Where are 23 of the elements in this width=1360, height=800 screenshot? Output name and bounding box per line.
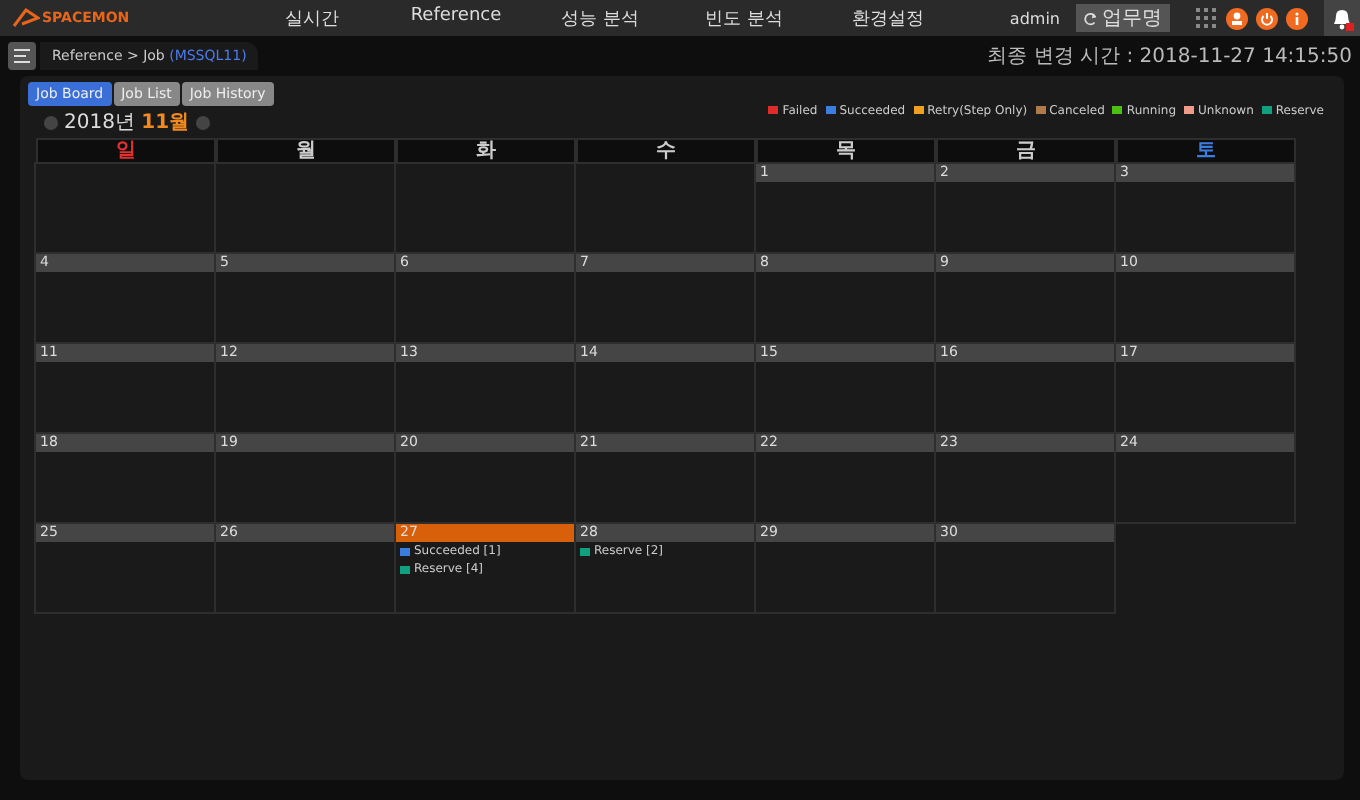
nav-menu-item[interactable]: 빈도 분석 bbox=[672, 5, 816, 31]
menu-icon[interactable] bbox=[8, 42, 36, 70]
work-button[interactable]: 업무명 bbox=[1076, 4, 1170, 32]
last-update-time: 최종 변경 시간 : 2018-11-27 14:15:50 bbox=[987, 44, 1352, 70]
refresh-icon bbox=[1084, 11, 1098, 25]
weekday-header: 목 bbox=[756, 138, 936, 164]
month-title: 2018년 11월 bbox=[64, 110, 190, 136]
nav-menu-item[interactable]: 실시간 bbox=[240, 5, 384, 31]
grid-icon[interactable] bbox=[1194, 6, 1218, 30]
bell-icon[interactable] bbox=[1330, 5, 1354, 31]
weekday-header: 월 bbox=[216, 138, 396, 164]
weekday-header: 금 bbox=[936, 138, 1116, 164]
nav-menu-item[interactable]: 환경설정 bbox=[816, 5, 960, 31]
weekday-header: 수 bbox=[576, 138, 756, 164]
nav-menu-item[interactable]: 성능 분석 bbox=[528, 5, 672, 31]
nav-menu-item[interactable]: Reference bbox=[384, 5, 528, 31]
weekday-header: 토 bbox=[1116, 138, 1296, 164]
user-icon[interactable] bbox=[1226, 7, 1248, 29]
weekday-header: 일 bbox=[36, 138, 216, 164]
weekday-header: 화 bbox=[396, 138, 576, 164]
user-name: admin bbox=[1009, 9, 1060, 27]
info-icon[interactable] bbox=[1286, 7, 1308, 29]
power-icon[interactable] bbox=[1256, 7, 1278, 29]
